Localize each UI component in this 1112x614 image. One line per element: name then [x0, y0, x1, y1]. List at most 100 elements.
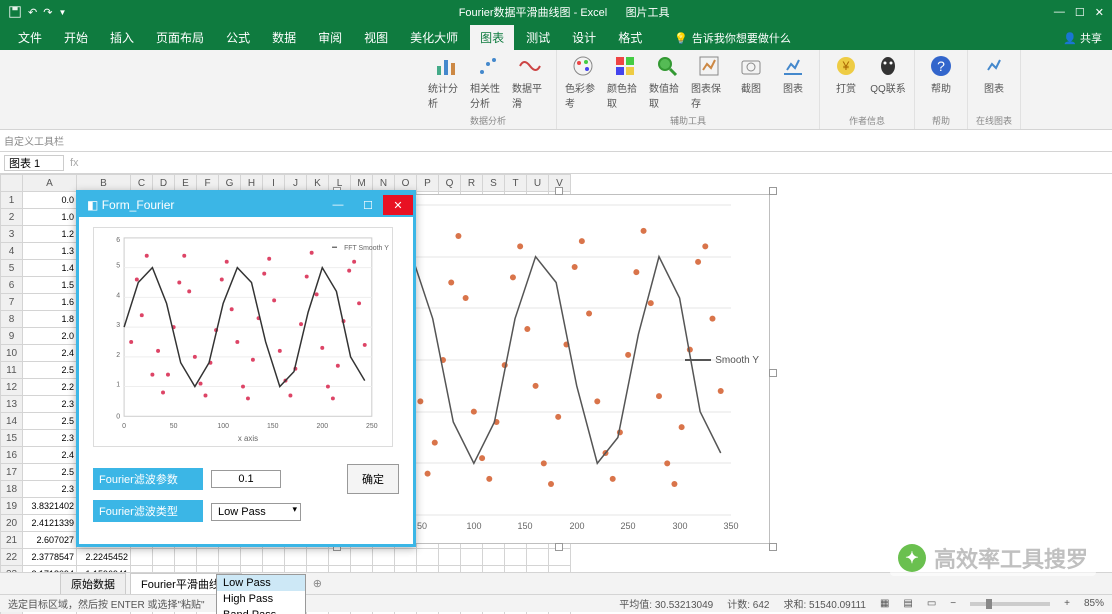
cell[interactable]: 2.4121339	[23, 515, 77, 532]
donate-button[interactable]: ¥打赏	[828, 54, 864, 112]
cell[interactable]	[461, 549, 483, 566]
chevron-down-icon[interactable]: ▾	[292, 504, 297, 515]
cell[interactable]: 2.0	[23, 328, 77, 345]
cell[interactable]	[395, 549, 417, 566]
cell[interactable]: 1.6	[23, 294, 77, 311]
tab-layout[interactable]: 页面布局	[146, 25, 214, 50]
row-header[interactable]: 3	[1, 226, 23, 243]
row-header[interactable]: 8	[1, 311, 23, 328]
smooth-button[interactable]: 数据平滑	[512, 54, 548, 112]
col-header[interactable]: S	[483, 175, 505, 192]
option-low-pass[interactable]: Low Pass	[217, 575, 305, 591]
screenshot-button[interactable]: 截图	[733, 54, 769, 112]
cell[interactable]: 1.5	[23, 277, 77, 294]
col-header[interactable]: V	[549, 175, 571, 192]
col-header[interactable]: A	[23, 175, 77, 192]
col-header[interactable]: E	[175, 175, 197, 192]
col-header[interactable]: I	[263, 175, 285, 192]
add-sheet-icon[interactable]: ⊕	[313, 577, 322, 590]
cell[interactable]	[351, 549, 373, 566]
tab-chart[interactable]: 图表	[470, 25, 514, 50]
view-normal-icon[interactable]: ▦	[880, 598, 889, 609]
row-header[interactable]: 15	[1, 430, 23, 447]
tab-design[interactable]: 设计	[562, 25, 606, 50]
dialog-minimize-icon[interactable]: —	[323, 195, 353, 215]
color-ref-button[interactable]: 色彩参考	[565, 54, 601, 112]
col-header[interactable]: M	[351, 175, 373, 192]
row-header[interactable]: 19	[1, 498, 23, 515]
col-header[interactable]: P	[417, 175, 439, 192]
cell[interactable]: 2.2245452	[77, 549, 131, 566]
cell[interactable]	[417, 549, 439, 566]
view-layout-icon[interactable]: ▤	[903, 598, 912, 609]
row-header[interactable]: 22	[1, 549, 23, 566]
filter-type-dropdown[interactable]: Low Pass High Pass Band Pass Band Block	[216, 574, 306, 614]
cell[interactable]: 2.3778547	[23, 549, 77, 566]
row-header[interactable]: 20	[1, 515, 23, 532]
tab-view[interactable]: 视图	[354, 25, 398, 50]
cell[interactable]: 1.8	[23, 311, 77, 328]
help-button[interactable]: ?帮助	[923, 54, 959, 112]
cell[interactable]: 2.5	[23, 464, 77, 481]
save-icon[interactable]	[8, 5, 22, 19]
row-header[interactable]: 2	[1, 209, 23, 226]
tab-data[interactable]: 数据	[262, 25, 306, 50]
zoom-out-icon[interactable]: −	[950, 598, 956, 609]
dialog-maximize-icon[interactable]: ☐	[353, 195, 383, 215]
row-header[interactable]: 11	[1, 362, 23, 379]
col-header[interactable]: B	[77, 175, 131, 192]
share-button[interactable]: 👤 共享	[1053, 26, 1112, 50]
undo-icon[interactable]: ↶	[28, 6, 37, 19]
ok-button[interactable]: 确定	[347, 464, 399, 494]
zoom-level[interactable]: 85%	[1084, 598, 1104, 609]
col-header[interactable]: C	[131, 175, 153, 192]
col-header[interactable]: H	[241, 175, 263, 192]
sheet-tab-raw[interactable]: 原始数据	[60, 573, 126, 594]
tab-beautify[interactable]: 美化大师	[400, 25, 468, 50]
col-header[interactable]: U	[527, 175, 549, 192]
cell[interactable]: 2.607027	[23, 532, 77, 549]
cell[interactable]: 2.3	[23, 396, 77, 413]
cell[interactable]	[241, 549, 263, 566]
cell[interactable]: 2.5	[23, 362, 77, 379]
col-header[interactable]: R	[461, 175, 483, 192]
cell[interactable]	[439, 549, 461, 566]
cell[interactable]: 0.0	[23, 192, 77, 209]
chart-save-button[interactable]: 图表保存	[691, 54, 727, 112]
row-header[interactable]: 18	[1, 481, 23, 498]
tell-me-search[interactable]: 💡 告诉我你想要做什么	[666, 26, 799, 50]
col-header[interactable]: T	[505, 175, 527, 192]
cell[interactable]	[527, 549, 549, 566]
tab-insert[interactable]: 插入	[100, 25, 144, 50]
row-header[interactable]: 16	[1, 447, 23, 464]
cell[interactable]: 1.2	[23, 226, 77, 243]
fx-icon[interactable]: fx	[70, 157, 79, 169]
col-header[interactable]: O	[395, 175, 417, 192]
cell[interactable]: 2.3	[23, 430, 77, 447]
cell[interactable]	[505, 549, 527, 566]
qq-button[interactable]: QQ联系	[870, 54, 906, 112]
col-header[interactable]: G	[219, 175, 241, 192]
row-header[interactable]: 9	[1, 328, 23, 345]
col-header[interactable]: F	[197, 175, 219, 192]
stat-analysis-button[interactable]: 统计分析	[428, 54, 464, 112]
redo-icon[interactable]: ↷	[43, 6, 52, 19]
dialog-close-icon[interactable]: ✕	[383, 195, 413, 215]
cell[interactable]	[153, 549, 175, 566]
maximize-icon[interactable]: ☐	[1075, 6, 1085, 19]
view-break-icon[interactable]: ▭	[927, 598, 936, 609]
cell[interactable]	[197, 549, 219, 566]
zoom-in-icon[interactable]: +	[1064, 598, 1070, 609]
cell[interactable]	[373, 549, 395, 566]
cell[interactable]	[263, 549, 285, 566]
option-high-pass[interactable]: High Pass	[217, 591, 305, 607]
correlation-button[interactable]: 相关性分析	[470, 54, 506, 112]
tab-format[interactable]: 格式	[608, 25, 652, 50]
qat-dropdown-icon[interactable]: ▼	[58, 8, 66, 17]
row-header[interactable]: 13	[1, 396, 23, 413]
row-header[interactable]: 21	[1, 532, 23, 549]
row-header[interactable]: 4	[1, 243, 23, 260]
cell[interactable]: 2.4	[23, 447, 77, 464]
row-header[interactable]: 5	[1, 260, 23, 277]
cell[interactable]	[285, 549, 307, 566]
